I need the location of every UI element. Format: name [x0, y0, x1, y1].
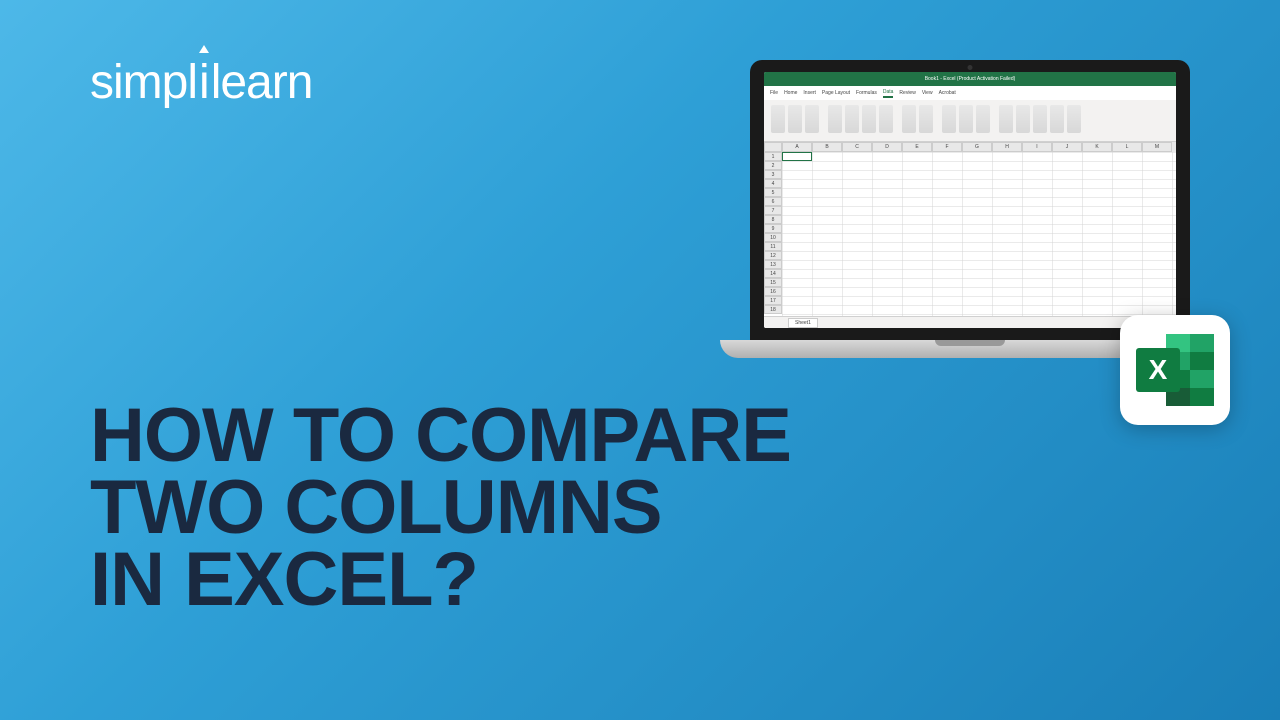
- row-header: 14: [764, 269, 782, 278]
- ribbon-tab: Home: [784, 90, 797, 96]
- row-header: 8: [764, 215, 782, 224]
- ribbon-button: [959, 105, 973, 133]
- column-header: G: [962, 142, 992, 152]
- row-headers: 123456789101112131415161718: [764, 152, 782, 316]
- active-cell-indicator: [782, 152, 812, 161]
- ribbon-tab: Acrobat: [939, 90, 956, 96]
- ribbon-button: [771, 105, 785, 133]
- ribbon-tab: Data: [883, 89, 894, 98]
- ribbon-group: [824, 103, 897, 138]
- row-header: 16: [764, 287, 782, 296]
- column-header: L: [1112, 142, 1142, 152]
- ribbon-button: [788, 105, 802, 133]
- excel-window: Book1 - Excel (Product Activation Failed…: [764, 72, 1176, 328]
- main-title: HOW TO COMPARE TWO COLUMNS IN EXCEL?: [90, 400, 791, 617]
- excel-x-letter: X: [1136, 348, 1180, 392]
- ribbon-button: [1033, 105, 1047, 133]
- row-header: 6: [764, 197, 782, 206]
- excel-statusbar: Sheet1: [764, 316, 1176, 328]
- excel-logo-icon: X: [1136, 334, 1214, 406]
- laptop-illustration: Book1 - Excel (Product Activation Failed…: [720, 60, 1220, 380]
- row-header: 18: [764, 305, 782, 314]
- title-line-2: TWO COLUMNS: [90, 472, 791, 544]
- ribbon-tab: Page Layout: [822, 90, 850, 96]
- ribbon-button: [805, 105, 819, 133]
- ribbon-content: [764, 100, 1176, 141]
- ribbon-button: [828, 105, 842, 133]
- column-header: J: [1052, 142, 1082, 152]
- cells-area: [782, 152, 1176, 316]
- ribbon-tabs: File Home Insert Page Layout Formulas Data Rev…: [764, 86, 1176, 100]
- ribbon-button: [976, 105, 990, 133]
- ribbon-button: [1067, 105, 1081, 133]
- grid-body: 123456789101112131415161718: [764, 152, 1176, 316]
- row-header: 11: [764, 242, 782, 251]
- column-header: B: [812, 142, 842, 152]
- title-line-1: HOW TO COMPARE: [90, 400, 791, 472]
- ribbon-tab: Formulas: [856, 90, 877, 96]
- ribbon-group: [938, 103, 994, 138]
- row-header: 5: [764, 188, 782, 197]
- column-header: M: [1142, 142, 1172, 152]
- ribbon-button: [999, 105, 1013, 133]
- row-header: 7: [764, 206, 782, 215]
- row-header: 10: [764, 233, 782, 242]
- ribbon-button: [902, 105, 916, 133]
- ribbon-group: [898, 103, 937, 138]
- ribbon-button: [845, 105, 859, 133]
- titlebar-center: Book1 - Excel (Product Activation Failed…: [925, 76, 1016, 82]
- ribbon-button: [862, 105, 876, 133]
- column-header: A: [782, 142, 812, 152]
- row-header: 17: [764, 296, 782, 305]
- laptop-camera-icon: [968, 65, 973, 70]
- excel-app-icon: X: [1120, 315, 1230, 425]
- column-header: C: [842, 142, 872, 152]
- column-headers: ABCDEFGHIJKLM: [764, 142, 1176, 152]
- ribbon-group: [767, 103, 823, 138]
- row-header: 2: [764, 161, 782, 170]
- title-line-3: IN EXCEL?: [90, 544, 791, 616]
- logo-part3: learn: [211, 55, 313, 110]
- ribbon-button: [1016, 105, 1030, 133]
- laptop-notch: [935, 340, 1005, 346]
- ribbon-button: [879, 105, 893, 133]
- excel-ribbon: File Home Insert Page Layout Formulas Data Rev…: [764, 86, 1176, 142]
- excel-titlebar: Book1 - Excel (Product Activation Failed…: [764, 72, 1176, 86]
- logo-part2: i: [199, 55, 209, 110]
- ribbon-button: [942, 105, 956, 133]
- ribbon-button: [919, 105, 933, 133]
- row-header: 15: [764, 278, 782, 287]
- ribbon-tab: File: [770, 90, 778, 96]
- column-header: I: [1022, 142, 1052, 152]
- row-header: 4: [764, 179, 782, 188]
- select-all-corner: [764, 142, 782, 152]
- ribbon-group: [995, 103, 1085, 138]
- laptop-screen: Book1 - Excel (Product Activation Failed…: [750, 60, 1190, 340]
- excel-grid: ABCDEFGHIJKLM 12345678910111213141516171…: [764, 142, 1176, 316]
- column-header: K: [1082, 142, 1112, 152]
- column-header: D: [872, 142, 902, 152]
- row-header: 13: [764, 260, 782, 269]
- column-header: E: [902, 142, 932, 152]
- column-header: F: [932, 142, 962, 152]
- ribbon-tab: Review: [899, 90, 915, 96]
- simplilearn-logo: simpl i learn: [90, 55, 312, 110]
- row-header: 9: [764, 224, 782, 233]
- logo-part1: simpl: [90, 55, 197, 110]
- row-header: 12: [764, 251, 782, 260]
- ribbon-tab: Insert: [803, 90, 816, 96]
- column-header: H: [992, 142, 1022, 152]
- ribbon-tab: View: [922, 90, 933, 96]
- sheet-tab: Sheet1: [788, 318, 818, 328]
- ribbon-button: [1050, 105, 1064, 133]
- row-header: 3: [764, 170, 782, 179]
- row-header: 1: [764, 152, 782, 161]
